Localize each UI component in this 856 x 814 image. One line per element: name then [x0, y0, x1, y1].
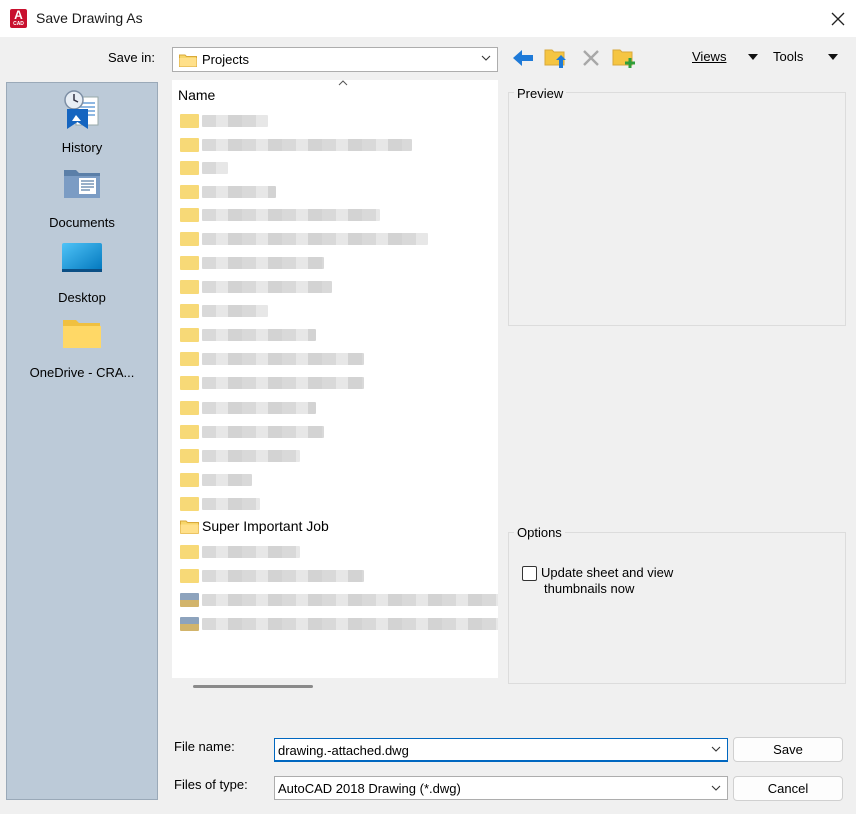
new-folder-icon — [612, 49, 635, 68]
app-icon-sub: CAD — [13, 21, 24, 27]
cancel-button[interactable]: Cancel — [733, 776, 843, 801]
save-in-label: Save in: — [108, 50, 155, 65]
places-bar: History Documents Desktop OneDrive - CRA… — [6, 82, 158, 800]
place-desktop[interactable]: Desktop — [7, 239, 157, 311]
update-thumbnails-label[interactable]: Update sheet and view — [541, 565, 673, 580]
list-item[interactable] — [180, 615, 498, 633]
list-item[interactable] — [180, 471, 496, 489]
list-item[interactable] — [180, 591, 498, 609]
place-documents[interactable]: Documents — [7, 164, 157, 236]
dropdown-arrow-icon — [828, 54, 838, 60]
tools-menu[interactable]: Tools — [773, 49, 843, 69]
update-thumbnails-checkbox[interactable] — [522, 566, 537, 581]
sort-ascending-icon — [338, 80, 348, 86]
file-name-input[interactable] — [274, 738, 728, 762]
chevron-down-icon[interactable] — [711, 746, 721, 752]
list-item[interactable] — [180, 374, 496, 392]
back-button[interactable] — [510, 46, 536, 70]
place-onedrive[interactable]: OneDrive - CRA... — [7, 314, 157, 386]
documents-icon — [64, 170, 100, 198]
place-label: OneDrive - CRA... — [29, 365, 135, 380]
list-item-name: Super Important Job — [202, 518, 329, 534]
window-title: Save Drawing As — [36, 10, 143, 26]
preview-label: Preview — [514, 86, 567, 101]
chevron-down-icon — [711, 785, 721, 791]
list-item[interactable] — [180, 399, 496, 417]
save-in-dropdown[interactable]: Projects — [172, 47, 498, 72]
views-label: Views — [692, 49, 727, 64]
place-label: Documents — [49, 215, 115, 230]
list-item[interactable] — [180, 495, 496, 513]
list-item[interactable] — [180, 136, 496, 154]
history-icon — [64, 90, 99, 129]
list-item[interactable] — [180, 302, 496, 320]
delete-x-icon — [583, 50, 599, 66]
save-in-value: Projects — [202, 52, 249, 67]
files-of-type-value: AutoCAD 2018 Drawing (*.dwg) — [278, 781, 461, 796]
list-item[interactable] — [180, 350, 496, 368]
list-item[interactable] — [180, 567, 496, 585]
close-button[interactable] — [820, 0, 856, 37]
file-name-label: File name: — [174, 739, 235, 754]
save-button[interactable]: Save — [733, 737, 843, 762]
column-header-name[interactable]: Name — [178, 87, 215, 103]
app-icon-letter: A — [14, 8, 23, 22]
list-item[interactable] — [180, 278, 496, 296]
create-new-folder-button[interactable] — [611, 46, 637, 70]
back-arrow-icon — [513, 50, 533, 66]
folder-icon — [179, 54, 197, 67]
list-item[interactable] — [180, 326, 496, 344]
desktop-icon — [62, 243, 102, 272]
list-item[interactable]: Super Important Job — [180, 518, 496, 536]
list-item[interactable] — [180, 254, 496, 272]
place-label: History — [61, 140, 103, 155]
up-one-level-button[interactable] — [543, 46, 569, 70]
list-item[interactable] — [180, 206, 496, 224]
views-menu[interactable]: Views — [692, 49, 762, 69]
folder-icon — [180, 520, 199, 534]
list-item[interactable] — [180, 423, 496, 441]
list-item[interactable] — [180, 230, 496, 248]
folder-icon — [63, 320, 101, 348]
place-history[interactable]: History — [7, 89, 157, 161]
options-panel — [508, 532, 846, 684]
horizontal-scrollbar[interactable] — [193, 685, 313, 688]
place-label: Desktop — [58, 290, 106, 305]
list-item[interactable] — [180, 183, 496, 201]
list-item[interactable] — [180, 447, 496, 465]
close-icon — [831, 12, 845, 25]
autocad-app-icon: A CAD — [10, 9, 27, 28]
list-item[interactable] — [180, 543, 496, 561]
folder-up-icon — [544, 49, 566, 68]
tools-label: Tools — [773, 49, 804, 64]
chevron-down-icon — [481, 55, 491, 61]
files-of-type-label: Files of type: — [174, 777, 248, 792]
dropdown-arrow-icon — [748, 54, 758, 60]
file-list[interactable]: Name Super Important Job — [172, 80, 498, 678]
list-item[interactable] — [180, 112, 496, 130]
update-thumbnails-label-line2[interactable]: thumbnails now — [544, 581, 634, 596]
options-label: Options — [514, 525, 565, 540]
files-of-type-dropdown[interactable]: AutoCAD 2018 Drawing (*.dwg) — [274, 776, 728, 800]
list-item[interactable] — [180, 159, 496, 177]
preview-panel — [508, 92, 846, 326]
delete-button[interactable] — [578, 46, 604, 70]
